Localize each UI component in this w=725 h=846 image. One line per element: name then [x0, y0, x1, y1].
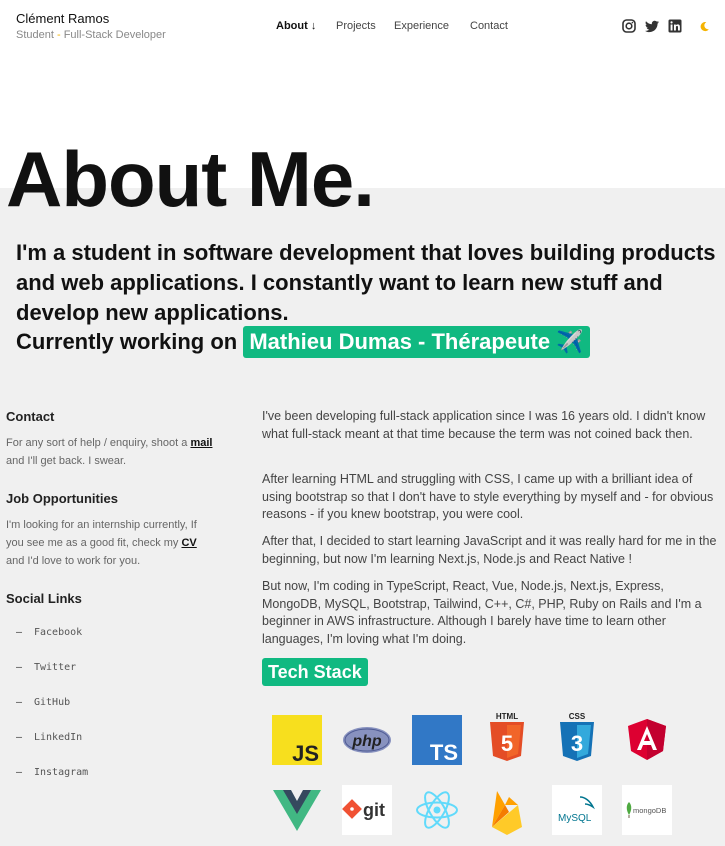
git-logo: git [342, 785, 392, 835]
firebase-logo [482, 785, 532, 835]
hero-intro: I'm a student in software development th… [16, 240, 716, 325]
dash-icon: – [16, 697, 23, 708]
tech-stack-heading: Tech Stack [262, 658, 368, 686]
about-paragraph-1: I've been developing full-stack applicat… [262, 409, 706, 441]
javascript-logo: JS [272, 715, 322, 765]
about-paragraph-2: After learning HTML and struggling with … [262, 472, 714, 521]
social-link-label: Facebook [34, 627, 83, 638]
social-links-heading: Social Links [6, 591, 82, 606]
current-work: Currently working on Mathieu Dumas - Thé… [16, 326, 590, 358]
jobs-text-post: and I'd love to work for you. [6, 555, 141, 567]
svg-text:5: 5 [501, 731, 513, 756]
social-link-github[interactable]: – GitHub [16, 697, 88, 732]
social-link-label: Instagram [34, 767, 89, 778]
jobs-heading: Job Opportunities [6, 491, 118, 506]
social-link-label: GitHub [34, 697, 71, 708]
instagram-icon[interactable] [622, 19, 636, 33]
php-logo: php [342, 715, 392, 765]
contact-text-pre: For any sort of help / enquiry, shoot a [6, 437, 191, 449]
current-work-prefix: Currently working on [16, 329, 244, 354]
site-subtitle: Student - Full-Stack Developer [16, 29, 166, 41]
css-logo-text: CSS [569, 712, 586, 721]
about-paragraph-4: But now, I'm coding in TypeScript, React… [262, 579, 702, 646]
twitter-icon[interactable] [645, 20, 659, 33]
site-header: Clément Ramos Student - Full-Stack Devel… [0, 0, 725, 60]
react-logo [412, 785, 462, 835]
jobs-text: I'm looking for an internship currently,… [6, 516, 211, 570]
ts-logo-text: TS [430, 740, 458, 765]
header-social-icons [622, 19, 710, 33]
html-logo-text: HTML [496, 712, 518, 721]
social-link-twitter[interactable]: – Twitter [16, 662, 88, 697]
mysql-logo: MySQL [552, 785, 602, 835]
nav-about[interactable]: About ↓ [276, 20, 316, 32]
nav-contact[interactable]: Contact [470, 20, 508, 32]
html5-logo: HTML 5 [482, 712, 532, 763]
subtitle-pre: Student [16, 29, 57, 41]
contact-heading: Contact [6, 409, 55, 424]
site-owner-name[interactable]: Clément Ramos [16, 11, 109, 26]
social-link-label: LinkedIn [34, 732, 83, 743]
js-logo-text: JS [292, 741, 319, 765]
social-link-facebook[interactable]: – Facebook [16, 627, 88, 662]
moon-icon[interactable] [699, 21, 710, 32]
angular-logo [622, 715, 672, 765]
php-logo-text: php [351, 733, 382, 750]
social-links-list: – Facebook – Twitter – GitHub – LinkedIn – In… [16, 627, 88, 802]
social-link-instagram[interactable]: – Instagram [16, 767, 88, 802]
nav-projects[interactable]: Projects [336, 20, 376, 32]
mail-link[interactable]: mail [190, 437, 212, 449]
css3-logo: CSS 3 [552, 712, 602, 763]
subtitle-post: Full-Stack Developer [60, 29, 166, 41]
git-logo-text: git [363, 800, 385, 820]
mongodb-logo: mongoDB [622, 785, 672, 835]
contact-text: For any sort of help / enquiry, shoot a … [6, 434, 221, 470]
cv-link[interactable]: CV [181, 537, 196, 549]
dash-icon: – [16, 662, 23, 673]
typescript-logo: TS [412, 715, 462, 765]
about-paragraph-3: After that, I decided to start learning … [262, 534, 717, 566]
social-link-linkedin[interactable]: – LinkedIn [16, 732, 88, 767]
dash-icon: – [16, 767, 23, 778]
dash-icon: – [16, 627, 23, 638]
mysql-logo-text: MySQL [558, 813, 592, 824]
current-project-link[interactable]: Mathieu Dumas - Thérapeute ✈️ [243, 326, 590, 358]
svg-text:3: 3 [571, 731, 583, 756]
nav-experience[interactable]: Experience [394, 20, 449, 32]
dash-icon: – [16, 732, 23, 743]
vue-logo [272, 785, 322, 835]
mongo-logo-text: mongoDB [633, 806, 666, 815]
jobs-text-pre: I'm looking for an internship currently,… [6, 519, 197, 549]
page-title: About Me. [6, 135, 375, 223]
contact-text-post: and I'll get back. I swear. [6, 455, 127, 467]
social-link-label: Twitter [34, 662, 77, 673]
linkedin-icon[interactable] [668, 19, 682, 33]
